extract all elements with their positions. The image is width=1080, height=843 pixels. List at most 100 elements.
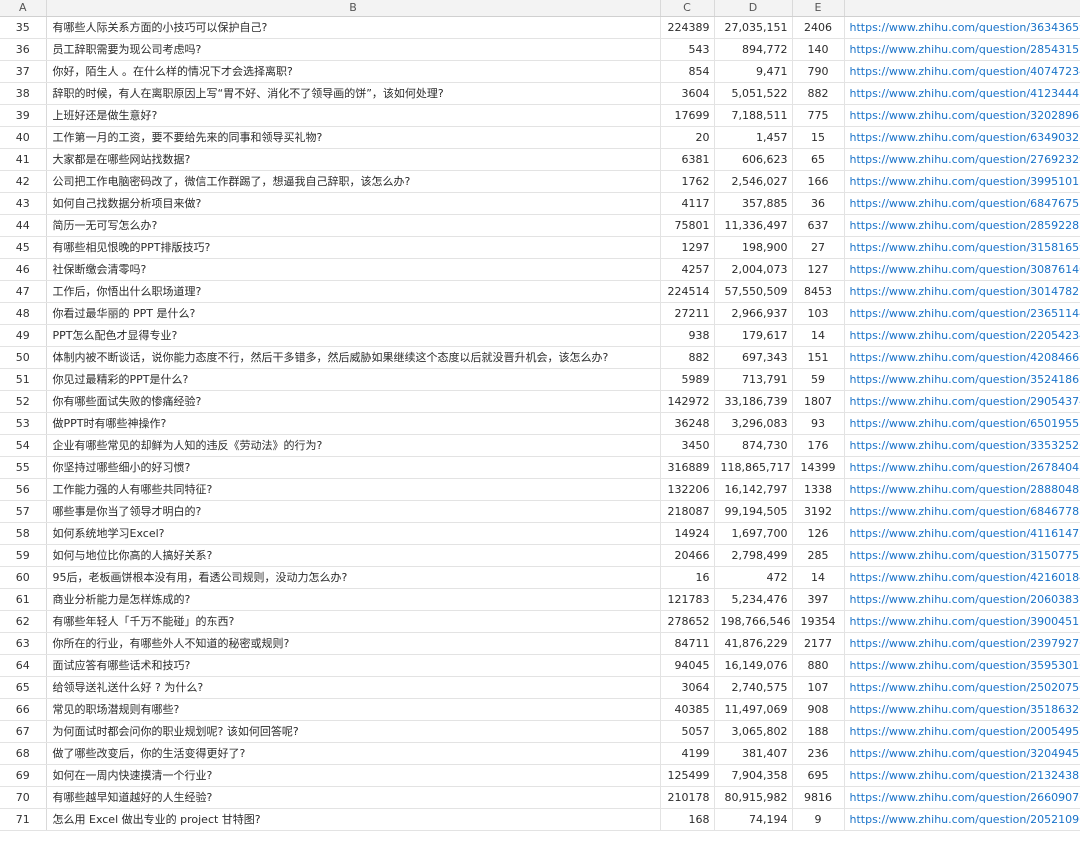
question-cell[interactable]: 你坚持过哪些细小的好习惯? xyxy=(46,456,661,479)
question-cell[interactable]: 如何自己找数据分析项目来做? xyxy=(46,192,661,215)
row-number-cell[interactable]: 63 xyxy=(0,632,47,655)
follower-count-cell[interactable]: 1807 xyxy=(792,390,845,413)
follower-count-cell[interactable]: 882 xyxy=(792,82,845,105)
row-number-cell[interactable]: 43 xyxy=(0,192,47,215)
view-count-cell[interactable]: 472 xyxy=(714,566,793,589)
question-cell[interactable]: 给领导送礼送什么好 ? 为什么? xyxy=(46,676,661,699)
answer-count-cell[interactable]: 27211 xyxy=(660,302,715,325)
question-url-cell[interactable]: https://www.zhihu.com/question/421601845 xyxy=(844,566,1080,589)
question-url-cell[interactable]: https://www.zhihu.com/question/63490328 xyxy=(844,126,1080,149)
follower-count-cell[interactable]: 103 xyxy=(792,302,845,325)
row-number-cell[interactable]: 59 xyxy=(0,544,47,567)
view-count-cell[interactable]: 2,546,027 xyxy=(714,170,793,193)
row-number-cell[interactable]: 39 xyxy=(0,104,47,127)
question-cell[interactable]: 工作后，你悟出什么职场道理? xyxy=(46,280,661,303)
row-number-cell[interactable]: 58 xyxy=(0,522,47,545)
answer-count-cell[interactable]: 3604 xyxy=(660,82,715,105)
follower-count-cell[interactable]: 637 xyxy=(792,214,845,237)
answer-count-cell[interactable]: 3450 xyxy=(660,434,715,457)
answer-count-cell[interactable]: 168 xyxy=(660,808,715,831)
column-header-f[interactable] xyxy=(844,0,1080,17)
follower-count-cell[interactable]: 9 xyxy=(792,808,845,831)
question-cell[interactable]: 常见的职场潜规则有哪些? xyxy=(46,698,661,721)
follower-count-cell[interactable]: 775 xyxy=(792,104,845,127)
row-number-cell[interactable]: 67 xyxy=(0,720,47,743)
question-url-cell[interactable]: https://www.zhihu.com/question/68467783 xyxy=(844,500,1080,523)
question-url-cell[interactable]: https://www.zhihu.com/question/28592283 xyxy=(844,214,1080,237)
question-url-cell[interactable]: https://www.zhihu.com/question/28880482 xyxy=(844,478,1080,501)
question-url-cell[interactable]: https://www.zhihu.com/question/320494574 xyxy=(844,742,1080,765)
view-count-cell[interactable]: 713,791 xyxy=(714,368,793,391)
row-number-cell[interactable]: 69 xyxy=(0,764,47,787)
view-count-cell[interactable]: 894,772 xyxy=(714,38,793,61)
answer-count-cell[interactable]: 20466 xyxy=(660,544,715,567)
question-cell[interactable]: 工作能力强的人有哪些共同特征? xyxy=(46,478,661,501)
follower-count-cell[interactable]: 126 xyxy=(792,522,845,545)
question-cell[interactable]: 商业分析能力是怎样炼成的? xyxy=(46,588,661,611)
row-number-cell[interactable]: 65 xyxy=(0,676,47,699)
row-number-cell[interactable]: 70 xyxy=(0,786,47,809)
question-cell[interactable]: 员工辞职需要为现公司考虑吗? xyxy=(46,38,661,61)
row-number-cell[interactable]: 54 xyxy=(0,434,47,457)
follower-count-cell[interactable]: 107 xyxy=(792,676,845,699)
answer-count-cell[interactable]: 5989 xyxy=(660,368,715,391)
row-number-cell[interactable]: 38 xyxy=(0,82,47,105)
question-url-cell[interactable]: https://www.zhihu.com/question/266090769 xyxy=(844,786,1080,809)
question-url-cell[interactable]: https://www.zhihu.com/question/412344436 xyxy=(844,82,1080,105)
question-url-cell[interactable]: https://www.zhihu.com/question/399510132 xyxy=(844,170,1080,193)
answer-count-cell[interactable]: 4117 xyxy=(660,192,715,215)
follower-count-cell[interactable]: 166 xyxy=(792,170,845,193)
row-number-cell[interactable]: 44 xyxy=(0,214,47,237)
view-count-cell[interactable]: 5,234,476 xyxy=(714,588,793,611)
follower-count-cell[interactable]: 1338 xyxy=(792,478,845,501)
row-number-cell[interactable]: 71 xyxy=(0,808,47,831)
view-count-cell[interactable]: 179,617 xyxy=(714,324,793,347)
view-count-cell[interactable]: 2,966,937 xyxy=(714,302,793,325)
question-url-cell[interactable]: https://www.zhihu.com/question/352418638 xyxy=(844,368,1080,391)
follower-count-cell[interactable]: 908 xyxy=(792,698,845,721)
view-count-cell[interactable]: 9,471 xyxy=(714,60,793,83)
row-number-cell[interactable]: 42 xyxy=(0,170,47,193)
follower-count-cell[interactable]: 93 xyxy=(792,412,845,435)
answer-count-cell[interactable]: 121783 xyxy=(660,588,715,611)
answer-count-cell[interactable]: 543 xyxy=(660,38,715,61)
question-url-cell[interactable]: https://www.zhihu.com/question/32028967 xyxy=(844,104,1080,127)
question-cell[interactable]: 你所在的行业，有哪些外人不知道的秘密或规则? xyxy=(46,632,661,655)
question-url-cell[interactable]: https://www.zhihu.com/question/20521096 xyxy=(844,808,1080,831)
row-number-cell[interactable]: 35 xyxy=(0,16,47,39)
view-count-cell[interactable]: 16,142,797 xyxy=(714,478,793,501)
answer-count-cell[interactable]: 1297 xyxy=(660,236,715,259)
view-count-cell[interactable]: 697,343 xyxy=(714,346,793,369)
answer-count-cell[interactable]: 882 xyxy=(660,346,715,369)
question-cell[interactable]: 你好，陌生人 。在什么样的情况下才会选择离职? xyxy=(46,60,661,83)
question-url-cell[interactable]: https://www.zhihu.com/question/20603837 xyxy=(844,588,1080,611)
follower-count-cell[interactable]: 19354 xyxy=(792,610,845,633)
view-count-cell[interactable]: 99,194,505 xyxy=(714,500,793,523)
row-number-cell[interactable]: 51 xyxy=(0,368,47,391)
follower-count-cell[interactable]: 790 xyxy=(792,60,845,83)
answer-count-cell[interactable]: 210178 xyxy=(660,786,715,809)
row-number-cell[interactable]: 49 xyxy=(0,324,47,347)
follower-count-cell[interactable]: 397 xyxy=(792,588,845,611)
view-count-cell[interactable]: 874,730 xyxy=(714,434,793,457)
follower-count-cell[interactable]: 15 xyxy=(792,126,845,149)
answer-count-cell[interactable]: 4199 xyxy=(660,742,715,765)
follower-count-cell[interactable]: 285 xyxy=(792,544,845,567)
follower-count-cell[interactable]: 59 xyxy=(792,368,845,391)
question-cell[interactable]: 有哪些年轻人「千万不能碰」的东西? xyxy=(46,610,661,633)
column-header-d[interactable]: D xyxy=(714,0,793,17)
view-count-cell[interactable]: 74,194 xyxy=(714,808,793,831)
question-cell[interactable]: 大家都是在哪些网站找数据? xyxy=(46,148,661,171)
view-count-cell[interactable]: 2,740,575 xyxy=(714,676,793,699)
answer-count-cell[interactable]: 36248 xyxy=(660,412,715,435)
row-number-cell[interactable]: 56 xyxy=(0,478,47,501)
follower-count-cell[interactable]: 236 xyxy=(792,742,845,765)
view-count-cell[interactable]: 3,065,802 xyxy=(714,720,793,743)
row-number-cell[interactable]: 62 xyxy=(0,610,47,633)
question-cell[interactable]: 如何系统地学习Excel? xyxy=(46,522,661,545)
question-url-cell[interactable]: https://www.zhihu.com/question/335325260 xyxy=(844,434,1080,457)
answer-count-cell[interactable]: 20 xyxy=(660,126,715,149)
view-count-cell[interactable]: 33,186,739 xyxy=(714,390,793,413)
question-url-cell[interactable]: https://www.zhihu.com/question/23979276 xyxy=(844,632,1080,655)
answer-count-cell[interactable]: 224514 xyxy=(660,280,715,303)
